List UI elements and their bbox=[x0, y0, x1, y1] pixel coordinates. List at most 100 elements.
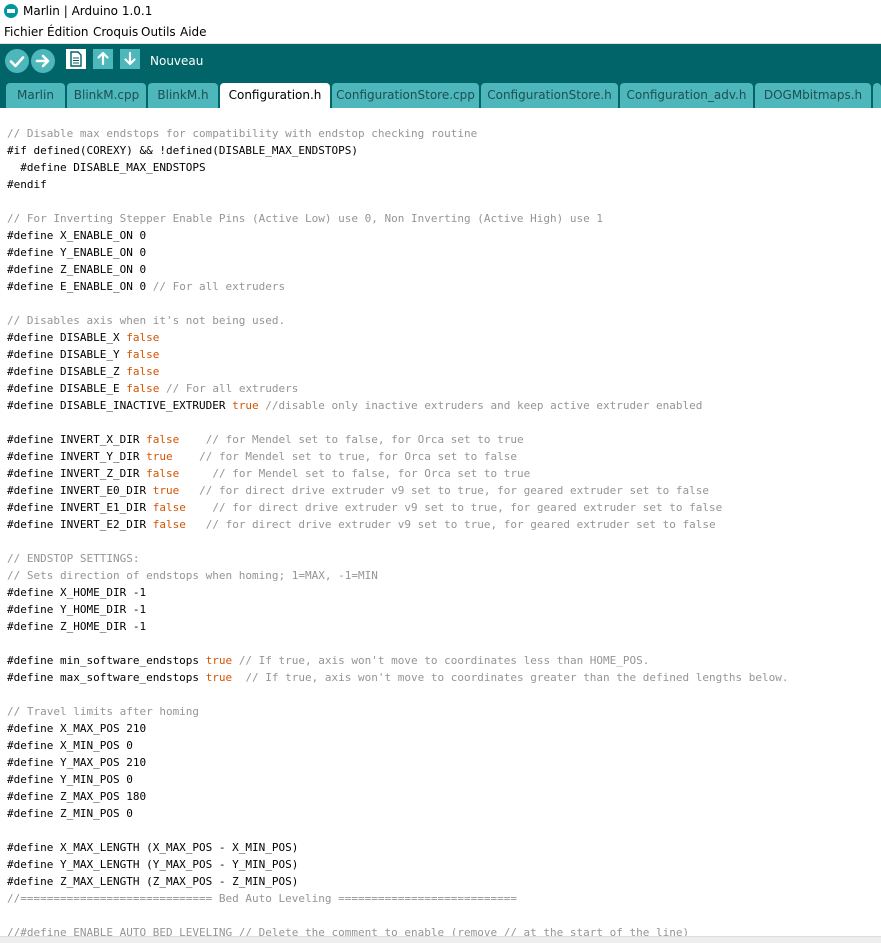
open-button[interactable] bbox=[93, 49, 113, 69]
menu-outils[interactable]: Outils bbox=[141, 25, 176, 39]
tab-configuration-h[interactable]: Configuration.h bbox=[220, 83, 330, 108]
code-text: #define Z_MAX_POS 180 bbox=[7, 790, 147, 803]
menu-bar: Fichier Édition Croquis Outils Aide bbox=[0, 23, 881, 44]
code-keyword: false bbox=[126, 331, 160, 344]
code-comment: //disable only inactive extruders and ke… bbox=[265, 399, 703, 412]
code-text: #define INVERT_E2_DIR bbox=[7, 518, 153, 531]
code-comment: // For all extruders bbox=[165, 382, 299, 395]
tab-overflow[interactable] bbox=[873, 83, 881, 108]
upload-button[interactable] bbox=[31, 49, 55, 73]
code-line: #define DISABLE_E false // For all extru… bbox=[7, 380, 298, 397]
code-editor[interactable]: // Disable max endstops for compatibilit… bbox=[0, 108, 881, 942]
code-text: #define E_ENABLE_ON 0 bbox=[7, 280, 153, 293]
code-line: #define DISABLE_MAX_ENDSTOPS bbox=[7, 159, 206, 176]
tab-bar: Marlin BlinkM.cpp BlinkM.h Configuration… bbox=[0, 78, 881, 108]
code-text: #define Y_HOME_DIR -1 bbox=[7, 603, 147, 616]
code-text: #define INVERT_Y_DIR bbox=[7, 450, 147, 463]
code-comment: // for Mendel set to false, for Orca set… bbox=[205, 433, 524, 446]
menu-fichier[interactable]: Fichier bbox=[4, 25, 43, 39]
code-text: #if defined(COREXY) && !defined(DISABLE_… bbox=[7, 144, 358, 157]
tab-blinkm-cpp[interactable]: BlinkM.cpp bbox=[67, 83, 146, 108]
code-comment: // for direct drive extruder v9 set to t… bbox=[212, 501, 723, 514]
code-line: #define INVERT_E1_DIR false // for direc… bbox=[7, 499, 722, 516]
code-text: #define DISABLE_X bbox=[7, 331, 127, 344]
menu-aide[interactable]: Aide bbox=[180, 25, 207, 39]
code-text: #define INVERT_Z_DIR bbox=[7, 467, 147, 480]
arduino-logo-icon bbox=[4, 4, 18, 18]
code-line: #define DISABLE_INACTIVE_EXTRUDER true /… bbox=[7, 397, 702, 414]
code-line: #define INVERT_E0_DIR true // for direct… bbox=[7, 482, 709, 499]
arrow-down-icon bbox=[124, 51, 136, 66]
code-comment: // For Inverting Stepper Enable Pins (Ac… bbox=[7, 212, 604, 225]
code-text: #define X_MIN_POS 0 bbox=[7, 739, 133, 752]
tab-dogmbitmaps-h[interactable]: DOGMbitmaps.h bbox=[755, 83, 871, 108]
code-text: #define INVERT_X_DIR bbox=[7, 433, 147, 446]
code-keyword: false bbox=[146, 467, 180, 480]
code-line: #define DISABLE_Y false bbox=[7, 346, 159, 363]
code-line: #define Y_MAX_LENGTH (Y_MAX_POS - Y_MIN_… bbox=[7, 856, 298, 873]
code-line: #define Y_MAX_POS 210 bbox=[7, 754, 146, 771]
tab-configurationstore-h[interactable]: ConfigurationStore.h bbox=[481, 83, 618, 108]
code-comment: // Disable max endstops for compatibilit… bbox=[7, 127, 478, 140]
verify-button[interactable] bbox=[5, 49, 29, 73]
code-comment: // If true, axis won't move to coordinat… bbox=[245, 671, 789, 684]
code-text: #define DISABLE_INACTIVE_EXTRUDER bbox=[7, 399, 233, 412]
code-text: #define X_HOME_DIR -1 bbox=[7, 586, 147, 599]
code-keyword: false bbox=[152, 501, 186, 514]
code-text: #define DISABLE_Y bbox=[7, 348, 127, 361]
tab-configuration-adv-h[interactable]: Configuration_adv.h bbox=[620, 83, 753, 108]
code-line: #define Y_MIN_POS 0 bbox=[7, 771, 133, 788]
code-line: #define DISABLE_Z false bbox=[7, 363, 159, 380]
code-keyword: false bbox=[146, 433, 180, 446]
new-document-icon bbox=[70, 51, 82, 67]
code-line: #define INVERT_X_DIR false // for Mendel… bbox=[7, 431, 524, 448]
code-comment: // for Mendel set to true, for Orca set … bbox=[199, 450, 517, 463]
code-text: #define X_ENABLE_ON 0 bbox=[7, 229, 147, 242]
code-line: #define min_software_endstops true // If… bbox=[7, 652, 649, 669]
code-comment: // If true, axis won't move to coordinat… bbox=[238, 654, 650, 667]
menu-edition[interactable]: Édition bbox=[47, 25, 89, 39]
code-line: // Disables axis when it's not being use… bbox=[7, 312, 285, 329]
code-text: #define Y_MAX_POS 210 bbox=[7, 756, 147, 769]
code-text: #define X_MAX_POS 210 bbox=[7, 722, 147, 735]
code-keyword: false bbox=[126, 348, 160, 361]
new-button[interactable] bbox=[66, 49, 86, 69]
code-keyword: true bbox=[152, 484, 180, 497]
code-text: #define Y_MAX_LENGTH (Y_MAX_POS - Y_MIN_… bbox=[7, 858, 299, 871]
toolbar: Nouveau bbox=[0, 44, 881, 78]
code-line: //============================= Bed Auto… bbox=[7, 890, 517, 907]
code-text: #define DISABLE_MAX_ENDSTOPS bbox=[7, 161, 206, 174]
menu-croquis[interactable]: Croquis bbox=[93, 25, 138, 39]
code-comment: // for direct drive extruder v9 set to t… bbox=[199, 484, 710, 497]
code-comment: // For all extruders bbox=[152, 280, 286, 293]
code-line: #define Z_MAX_POS 180 bbox=[7, 788, 146, 805]
tab-marlin[interactable]: Marlin bbox=[6, 83, 65, 108]
save-button[interactable] bbox=[120, 49, 140, 69]
code-line: #define X_MAX_POS 210 bbox=[7, 720, 146, 737]
code-text: #define INVERT_E0_DIR bbox=[7, 484, 153, 497]
code-comment: // Sets direction of endstops when homin… bbox=[7, 569, 378, 582]
code-line: #define DISABLE_X false bbox=[7, 329, 159, 346]
tab-configurationstore-cpp[interactable]: ConfigurationStore.cpp bbox=[332, 83, 479, 108]
code-text: #define Y_MIN_POS 0 bbox=[7, 773, 133, 786]
code-line: // For Inverting Stepper Enable Pins (Ac… bbox=[7, 210, 603, 227]
code-keyword: true bbox=[205, 654, 233, 667]
code-line: // Sets direction of endstops when homin… bbox=[7, 567, 378, 584]
checkmark-icon bbox=[9, 56, 25, 68]
code-text: #define DISABLE_E bbox=[7, 382, 127, 395]
code-text: #define DISABLE_Z bbox=[7, 365, 127, 378]
tab-blinkm-h[interactable]: BlinkM.h bbox=[148, 83, 218, 108]
code-keyword: true bbox=[232, 399, 259, 412]
code-line: // ENDSTOP SETTINGS: bbox=[7, 550, 139, 567]
code-line: #define Y_ENABLE_ON 0 bbox=[7, 244, 146, 261]
arrow-right-icon bbox=[35, 54, 50, 68]
code-line: #endif bbox=[7, 176, 47, 193]
code-line: #define X_MIN_POS 0 bbox=[7, 737, 133, 754]
code-comment: // Disables axis when it's not being use… bbox=[7, 314, 286, 327]
code-keyword: true bbox=[205, 671, 233, 684]
